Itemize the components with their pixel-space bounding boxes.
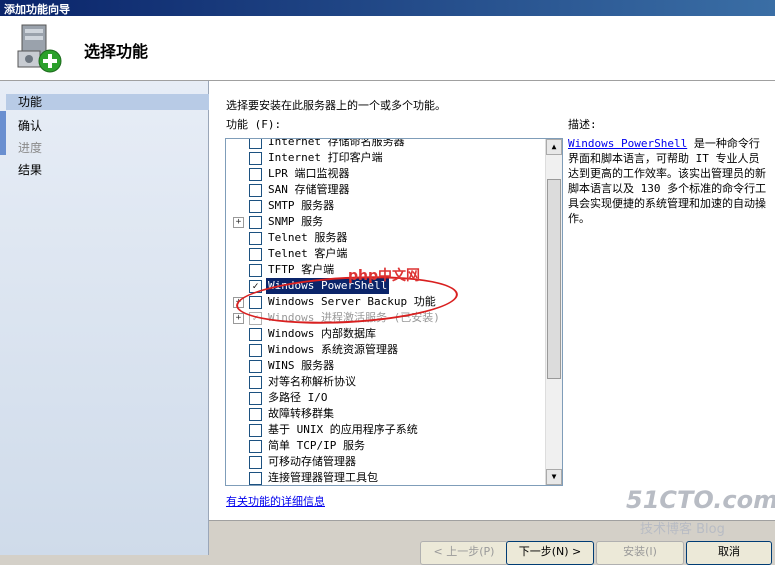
scroll-thumb[interactable] (547, 179, 561, 379)
feature-row[interactable]: LPR 端口监视器 (226, 166, 544, 182)
feature-label[interactable]: 连接管理器管理工具包 (268, 470, 378, 485)
feature-label[interactable]: Internet 打印客户端 (268, 150, 383, 166)
feature-row[interactable]: 基于 UNIX 的应用程序子系统 (226, 422, 544, 438)
feature-label[interactable]: 对等名称解析协议 (268, 374, 356, 390)
feature-row[interactable]: 故障转移群集 (226, 406, 544, 422)
scroll-up-icon[interactable]: ▲ (546, 139, 562, 155)
feature-row[interactable]: SMTP 服务器 (226, 198, 544, 214)
features-label: 功能 (F): (226, 118, 282, 131)
step-confirm[interactable]: 确认 (18, 117, 42, 134)
scroll-down-icon[interactable]: ▼ (546, 469, 562, 485)
title-bar: 添加功能向导 (0, 0, 775, 16)
feature-row[interactable]: 简单 TCP/IP 服务 (226, 438, 544, 454)
feature-label[interactable]: 多路径 I/O (268, 390, 328, 406)
wizard-steps: 功能 确认 进度 结果 (0, 81, 214, 555)
wizard-header: 选择功能 (0, 16, 775, 81)
watermark-blog: 技术博客 Blog (640, 522, 725, 537)
feature-row[interactable]: WINS 服务器 (226, 358, 544, 374)
description-text: Windows PowerShell 是一种命令行界面和脚本语言，可帮助 IT … (568, 136, 768, 226)
feature-label[interactable]: Windows 系统资源管理器 (268, 342, 398, 358)
expand-icon[interactable]: + (233, 313, 244, 324)
feature-row[interactable]: Windows 系统资源管理器 (226, 342, 544, 358)
feature-row[interactable]: Internet 打印客户端 (226, 150, 544, 166)
feature-row[interactable]: Telnet 服务器 (226, 230, 544, 246)
feature-checkbox[interactable] (249, 248, 262, 261)
feature-row[interactable]: Windows 内部数据库 (226, 326, 544, 342)
feature-checkbox[interactable] (249, 168, 262, 181)
cancel-button[interactable]: 取消 (686, 541, 772, 565)
next-button[interactable]: 下一步(N) > (506, 541, 594, 565)
feature-checkbox[interactable] (249, 232, 262, 245)
window-title: 添加功能向导 (4, 3, 70, 16)
description-label: 描述: (568, 118, 597, 131)
description-body: 是一种命令行界面和脚本语言，可帮助 IT 专业人员达到更高的工作效率。该实出管理… (568, 137, 767, 225)
feature-label[interactable]: Telnet 客户端 (268, 246, 347, 262)
feature-row[interactable]: SAN 存储管理器 (226, 182, 544, 198)
feature-label[interactable]: TFTP 客户端 (268, 262, 334, 278)
feature-label[interactable]: Windows 内部数据库 (268, 326, 376, 342)
step-results[interactable]: 结果 (18, 161, 42, 178)
server-add-icon (17, 24, 62, 73)
feature-label[interactable]: Telnet 服务器 (268, 230, 347, 246)
watermark-php: php中文网 (348, 268, 421, 284)
page-title: 选择功能 (84, 42, 149, 61)
feature-label[interactable]: LPR 端口监视器 (268, 166, 350, 182)
feature-row[interactable]: Internet 存储命名服务器 (226, 139, 544, 150)
feature-checkbox[interactable] (249, 139, 262, 149)
feature-label[interactable]: SMTP 服务器 (268, 198, 334, 214)
prev-button[interactable]: < 上一步(P) (420, 541, 508, 565)
instruction-text: 选择要安装在此服务器上的一个或多个功能。 (226, 99, 446, 112)
install-button[interactable]: 安装(I) (596, 541, 684, 565)
feature-checkbox[interactable] (249, 344, 262, 357)
feature-label[interactable]: SNMP 服务 (268, 214, 323, 230)
feature-checkbox[interactable] (249, 392, 262, 405)
feature-label[interactable]: 可移动存储管理器 (268, 454, 356, 470)
feature-label[interactable]: 故障转移群集 (268, 406, 334, 422)
step-progress: 进度 (18, 141, 43, 155)
more-info-link[interactable]: 有关功能的详细信息 (226, 493, 325, 509)
description-link[interactable]: Windows PowerShell (568, 137, 687, 150)
feature-checkbox[interactable] (249, 360, 262, 373)
watermark-site: 51CTO.com (626, 486, 775, 514)
feature-row[interactable]: 对等名称解析协议 (226, 374, 544, 390)
feature-checkbox[interactable] (249, 328, 262, 341)
feature-label[interactable]: 简单 TCP/IP 服务 (268, 438, 365, 454)
feature-row[interactable]: + SNMP 服务 (226, 214, 544, 230)
feature-checkbox[interactable] (249, 216, 262, 229)
feature-label[interactable]: 基于 UNIX 的应用程序子系统 (268, 422, 418, 438)
feature-label[interactable]: SAN 存储管理器 (268, 182, 350, 198)
feature-checkbox[interactable] (249, 440, 262, 453)
feature-row[interactable]: 连接管理器管理工具包 (226, 470, 544, 485)
feature-row[interactable]: 可移动存储管理器 (226, 454, 544, 470)
feature-checkbox[interactable] (249, 376, 262, 389)
feature-row[interactable]: 多路径 I/O (226, 390, 544, 406)
feature-checkbox[interactable] (249, 472, 262, 485)
feature-checkbox[interactable] (249, 264, 262, 277)
vertical-scrollbar[interactable]: ▲ ▼ (545, 139, 562, 485)
feature-checkbox[interactable] (249, 184, 262, 197)
feature-checkbox[interactable] (249, 408, 262, 421)
feature-label[interactable]: WINS 服务器 (268, 358, 334, 374)
feature-checkbox[interactable] (249, 200, 262, 213)
steps-accent (0, 111, 6, 155)
feature-row[interactable]: Telnet 客户端 (226, 246, 544, 262)
step-features[interactable]: 功能 (6, 94, 214, 110)
feature-checkbox[interactable] (249, 424, 262, 437)
expand-icon[interactable]: + (233, 217, 244, 228)
feature-checkbox[interactable] (249, 456, 262, 469)
feature-label[interactable]: Internet 存储命名服务器 (268, 139, 405, 150)
feature-checkbox[interactable] (249, 152, 262, 165)
